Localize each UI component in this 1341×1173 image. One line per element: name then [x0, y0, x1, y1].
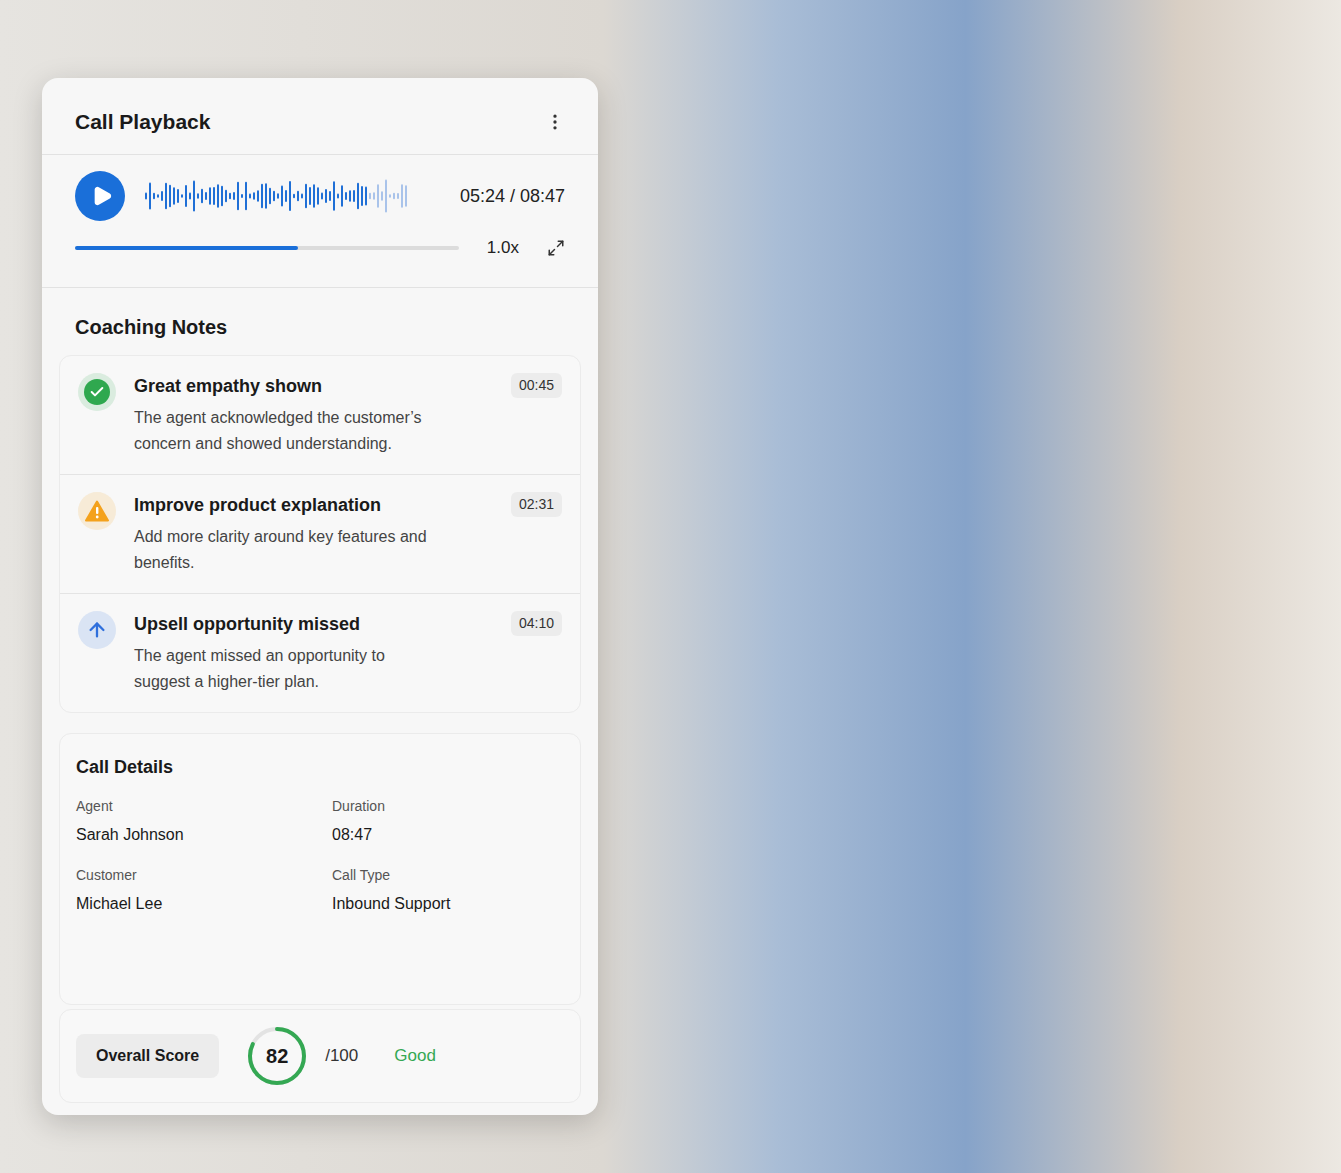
- player: 05:24 / 08:47 1.0x: [42, 155, 598, 288]
- coaching-note[interactable]: Improve product explanation 02:31 Add more…: [60, 475, 580, 594]
- call-details: Call Details Agent Sarah Johnson Duration 08…: [59, 733, 581, 1005]
- note-head: Improve product explanation 02:31: [134, 492, 562, 518]
- score-label: Overall Score: [76, 1034, 219, 1078]
- note-time[interactable]: 00:45: [511, 373, 562, 398]
- detail-field: Agent Sarah Johnson: [76, 796, 308, 847]
- more-icon: [545, 112, 565, 132]
- detail-value: Inbound Support: [332, 892, 564, 916]
- details-title: Call Details: [76, 754, 564, 780]
- note-body: Improve product explanation 02:31 Add more…: [134, 492, 562, 576]
- coaching-title: Coaching Notes: [42, 288, 598, 355]
- detail-value: Sarah Johnson: [76, 823, 308, 847]
- score-row: Overall Score 82/100 Good: [59, 1009, 581, 1103]
- detail-label: Customer: [76, 865, 308, 886]
- player-row: 05:24 / 08:47: [75, 171, 565, 221]
- page: Call Playback 05:24 / 08:47 1.0x Coaching N…: [0, 0, 1341, 1173]
- card-header: Call Playback: [42, 78, 598, 155]
- coaching-note[interactable]: Upsell opportunity missed 04:10 The agent …: [60, 594, 580, 712]
- detail-label: Call Type: [332, 865, 564, 886]
- coaching-section: Coaching Notes Great empathy shown 00:45 Th…: [42, 288, 598, 713]
- play-icon: [91, 185, 113, 207]
- detail-field: Customer Michael Lee: [76, 865, 308, 916]
- score-ring: 82: [245, 1024, 309, 1088]
- note-head: Great empathy shown 00:45: [134, 373, 562, 399]
- detail-field: Call Type Inbound Support: [332, 865, 564, 916]
- detail-label: Agent: [76, 796, 308, 817]
- note-title: Great empathy shown: [134, 373, 322, 399]
- note-title: Improve product explanation: [134, 492, 381, 518]
- note-title: Upsell opportunity missed: [134, 611, 360, 637]
- detail-label: Duration: [332, 796, 564, 817]
- card-title: Call Playback: [75, 108, 210, 136]
- note-description: Add more clarity around key features and…: [134, 524, 444, 576]
- detail-value: Michael Lee: [76, 892, 308, 916]
- progress-fill: [75, 246, 298, 250]
- progress-track[interactable]: [75, 246, 459, 250]
- warning-icon: [78, 492, 116, 530]
- call-card: Call Playback 05:24 / 08:47 1.0x Coaching N…: [42, 78, 598, 1115]
- waveform-icon: [145, 178, 410, 214]
- progress-row: 1.0x: [75, 235, 565, 261]
- note-body: Great empathy shown 00:45 The agent acknow…: [134, 373, 562, 457]
- score-rating: Good: [394, 1043, 436, 1069]
- score-max: /100: [325, 1043, 358, 1069]
- note-head: Upsell opportunity missed 04:10: [134, 611, 562, 637]
- coaching-note[interactable]: Great empathy shown 00:45 The agent acknow…: [60, 356, 580, 475]
- note-description: The agent acknowledged the customer’s co…: [134, 405, 444, 457]
- note-body: Upsell opportunity missed 04:10 The agent …: [134, 611, 562, 695]
- score-value: 82: [266, 1041, 288, 1071]
- playback-time: 05:24 / 08:47: [460, 183, 565, 210]
- speed-button[interactable]: 1.0x: [487, 235, 519, 261]
- detail-field: Duration 08:47: [332, 796, 564, 847]
- note-description: The agent missed an opportunity to sugge…: [134, 643, 444, 695]
- detail-value: 08:47: [332, 823, 564, 847]
- details-grid: Agent Sarah Johnson Duration 08:47 Customer M…: [76, 796, 564, 916]
- positive-icon: [78, 373, 116, 411]
- play-button[interactable]: [75, 171, 125, 221]
- coaching-list: Great empathy shown 00:45 The agent acknow…: [59, 355, 581, 713]
- opportunity-icon: [78, 611, 116, 649]
- note-time[interactable]: 04:10: [511, 611, 562, 636]
- note-time[interactable]: 02:31: [511, 492, 562, 517]
- expand-icon[interactable]: [547, 239, 565, 257]
- menu-button[interactable]: [545, 112, 565, 132]
